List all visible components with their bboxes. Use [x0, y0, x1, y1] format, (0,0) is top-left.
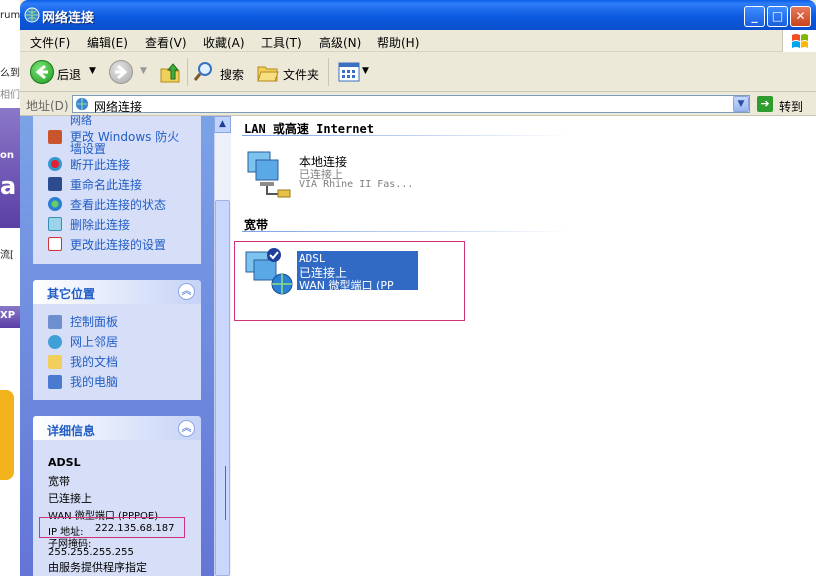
- lan-connection-icon[interactable]: [244, 148, 298, 200]
- maximize-button[interactable]: □: [767, 6, 788, 27]
- menu-advanced[interactable]: 高级(N): [319, 34, 361, 51]
- window-title: 网络连接: [42, 11, 95, 26]
- detail-name: ADSL: [48, 456, 81, 469]
- group-divider: [242, 135, 572, 136]
- delete-icon: [48, 217, 62, 231]
- close-button[interactable]: ✕: [790, 6, 811, 27]
- detail-type: 宽带: [48, 475, 70, 488]
- detail-status: 已连接上: [48, 492, 92, 505]
- task-change-settings[interactable]: 更改此连接的设置: [70, 236, 166, 253]
- other-places-title[interactable]: 其它位置: [47, 285, 95, 302]
- menu-edit[interactable]: 编辑(E): [87, 34, 128, 51]
- detail-subnet: 255.255.255.255: [48, 547, 134, 558]
- toolbar-separator: [187, 58, 188, 86]
- task-delete[interactable]: 删除此连接: [70, 216, 130, 233]
- views-dropdown-chevron-icon[interactable]: ▼: [362, 66, 369, 76]
- collapse-chevron-icon[interactable]: ︽: [178, 420, 195, 437]
- menu-favorites[interactable]: 收藏(A): [203, 34, 245, 51]
- annotation-mark: [225, 466, 226, 520]
- menu-view[interactable]: 查看(V): [145, 34, 187, 51]
- forward-arrow-icon[interactable]: [109, 60, 133, 84]
- network-places-icon: [48, 335, 62, 349]
- windows-logo-icon: [782, 30, 816, 52]
- folders-button-label[interactable]: 文件夹: [283, 66, 319, 83]
- views-icon[interactable]: [338, 62, 360, 82]
- control-panel-icon: [48, 315, 62, 329]
- task-network-partial[interactable]: 网络: [70, 112, 92, 128]
- bg-snippet: 么到: [0, 68, 20, 79]
- network-globe-icon: [75, 97, 89, 111]
- bg-snippet: a: [0, 172, 17, 200]
- firewall-icon: [48, 130, 62, 144]
- detail-ip-value: 222.135.68.187: [95, 523, 175, 534]
- my-documents-icon: [48, 355, 62, 369]
- lan-connection-device: VIA Rhine II Fas...: [299, 179, 414, 190]
- task-view-status[interactable]: 查看此连接的状态: [70, 196, 166, 213]
- task-rename[interactable]: 重命名此连接: [70, 176, 142, 193]
- broadband-connection-icon[interactable]: [244, 246, 298, 298]
- search-button-label[interactable]: 搜索: [220, 66, 244, 83]
- address-input[interactable]: [72, 95, 750, 113]
- group-divider: [242, 231, 572, 232]
- bg-snippet: 相们: [0, 90, 20, 101]
- minimize-button[interactable]: _: [744, 6, 765, 27]
- network-globe-icon: [24, 7, 40, 23]
- bg-banner: [0, 108, 20, 228]
- menu-tools[interactable]: 工具(T): [261, 34, 302, 51]
- back-dropdown-chevron-icon[interactable]: ▼: [89, 66, 96, 76]
- background-window-strip: rum 么到 相们 on a 流[ XP: [0, 0, 20, 576]
- bg-snippet: on: [0, 150, 14, 161]
- menu-file[interactable]: 文件(F): [30, 34, 70, 51]
- forward-dropdown-chevron-icon[interactable]: ▼: [140, 66, 147, 76]
- place-control-panel[interactable]: 控制面板: [70, 313, 118, 330]
- detail-assigned: 由服务提供程序指定: [48, 561, 147, 574]
- folders-icon[interactable]: [256, 60, 280, 84]
- task-disconnect[interactable]: 断开此连接: [70, 156, 130, 173]
- place-network-places[interactable]: 网上邻居: [70, 333, 118, 350]
- scroll-up-chevron-icon[interactable]: ▲: [214, 116, 231, 133]
- details-title[interactable]: 详细信息: [47, 422, 95, 439]
- status-icon: [48, 197, 62, 211]
- task-change-firewall-line2[interactable]: 墙设置: [70, 140, 106, 157]
- menu-help[interactable]: 帮助(H): [377, 34, 419, 51]
- toolbar-separator: [328, 58, 329, 86]
- collapse-chevron-icon[interactable]: ︽: [178, 283, 195, 300]
- address-value: 网络连接: [94, 100, 143, 114]
- place-my-computer[interactable]: 我的电脑: [70, 373, 118, 390]
- bg-snippet: rum: [0, 10, 20, 21]
- go-button-label[interactable]: 转到: [779, 98, 803, 115]
- my-computer-icon: [48, 375, 62, 389]
- network-connections-window: 网络连接 _ □ ✕ 文件(F) 编辑(E) 查看(V) 收藏(A) 工具(T)…: [20, 0, 816, 576]
- settings-icon: [48, 237, 62, 251]
- adsl-connection-device: WAN 微型端口 (PP: [299, 279, 394, 292]
- scrollbar-thumb[interactable]: [215, 200, 230, 576]
- folder-up-icon[interactable]: [158, 60, 182, 84]
- bg-snippet: 流[: [0, 250, 14, 261]
- back-arrow-icon[interactable]: [30, 60, 54, 84]
- bg-lion-image: [0, 390, 14, 480]
- search-icon[interactable]: [192, 60, 216, 84]
- address-label: 地址(D): [26, 99, 69, 113]
- bg-snippet: XP: [0, 310, 16, 321]
- rename-icon: [48, 177, 62, 191]
- back-button-label[interactable]: 后退: [57, 66, 81, 83]
- place-my-documents[interactable]: 我的文档: [70, 353, 118, 370]
- title-bar[interactable]: 网络连接 _ □ ✕: [20, 0, 816, 30]
- disconnect-icon: [48, 157, 62, 171]
- go-arrow-icon[interactable]: ➔: [757, 96, 773, 112]
- address-dropdown-chevron-icon[interactable]: ▼: [733, 96, 749, 112]
